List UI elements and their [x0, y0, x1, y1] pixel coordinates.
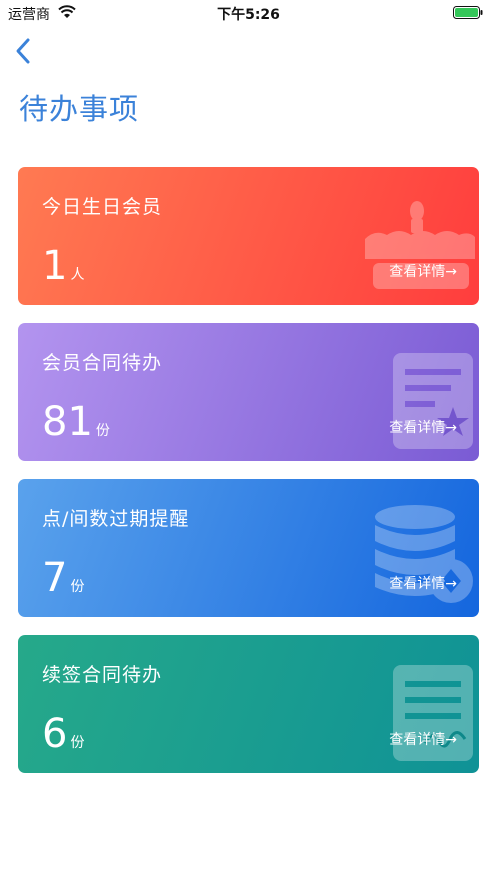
document-sign-icon — [393, 665, 473, 761]
card-count: 1人 — [42, 243, 85, 289]
card-member-contracts[interactable]: 会员合同待办 81 份 查看详情→ — [18, 323, 479, 461]
view-detail-link[interactable]: 查看详情→ — [389, 261, 457, 281]
card-expiry-reminders[interactable]: 点/间数过期提醒 7份 查看详情→ — [18, 479, 479, 617]
card-unit: 份 — [70, 735, 85, 751]
card-count: 7份 — [42, 555, 85, 601]
card-label: 续签合同待办 — [42, 664, 163, 686]
card-label: 点/间数过期提醒 — [42, 508, 190, 530]
contract-star-icon — [393, 353, 473, 449]
birthday-cake-icon — [365, 201, 475, 289]
card-count: 6份 — [42, 711, 85, 757]
view-detail-link[interactable]: 查看详情→ — [389, 729, 457, 749]
card-label: 会员合同待办 — [42, 352, 163, 374]
card-renewal-contracts[interactable]: 续签合同待办 6份 查看详情→ — [18, 635, 479, 773]
page-title: 待办事项 — [19, 92, 140, 126]
card-birthday-members[interactable]: 今日生日会员 1人 查看详情→ — [18, 167, 479, 305]
card-count: 81 份 — [42, 399, 110, 445]
card-unit: 人 — [70, 267, 85, 283]
battery-icon — [453, 6, 483, 19]
card-label: 今日生日会员 — [42, 196, 163, 218]
status-time: 下午5:26 — [217, 7, 280, 23]
card-unit: 份 — [70, 579, 85, 595]
coins-stack-icon — [375, 505, 473, 603]
card-unit: 份 — [95, 423, 110, 439]
back-chevron-icon[interactable] — [12, 36, 34, 66]
status-bar: 运营商 下午5:26 — [0, 0, 497, 26]
view-detail-link[interactable]: 查看详情→ — [389, 573, 457, 593]
view-detail-link[interactable]: 查看详情→ — [389, 417, 457, 437]
